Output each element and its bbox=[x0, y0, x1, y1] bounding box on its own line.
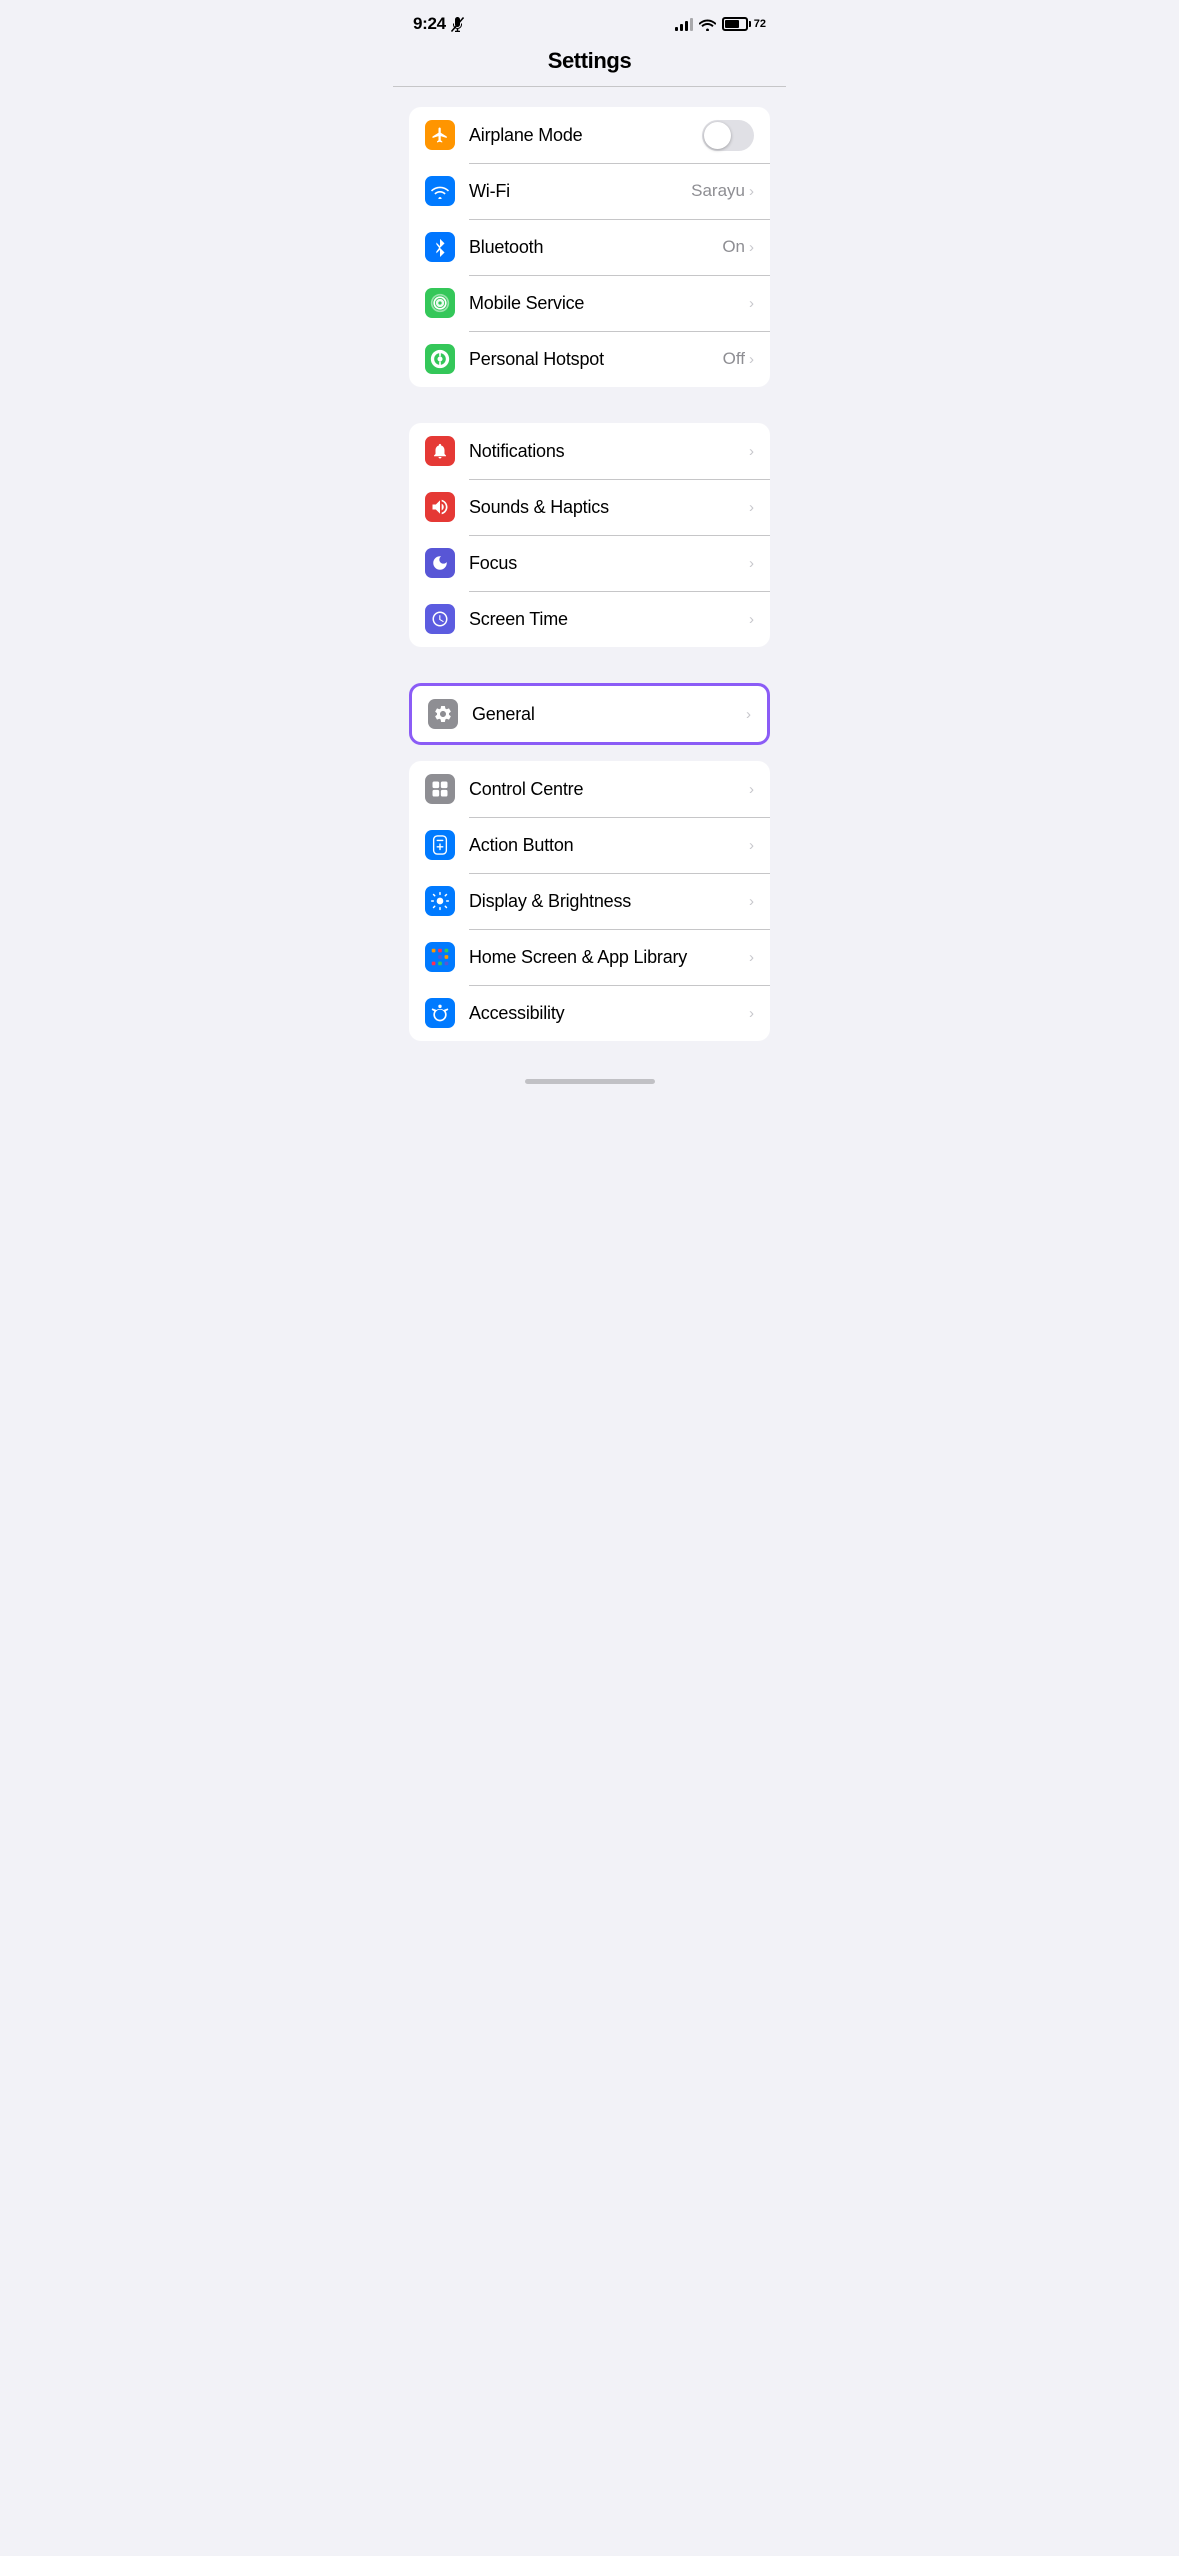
screen-time-right: › bbox=[749, 611, 754, 628]
home-screen-chevron: › bbox=[749, 949, 754, 966]
action-button-chevron: › bbox=[749, 837, 754, 854]
wifi-value: Sarayu bbox=[691, 181, 745, 201]
focus-row[interactable]: Focus › bbox=[409, 535, 770, 591]
focus-right: › bbox=[749, 555, 754, 572]
hotspot-right: Off › bbox=[723, 349, 754, 369]
status-icons: 72 bbox=[675, 17, 766, 31]
wifi-row[interactable]: Wi-Fi Sarayu › bbox=[409, 163, 770, 219]
hotspot-chevron: › bbox=[749, 351, 754, 368]
signal-icon bbox=[675, 17, 693, 31]
notifications-chevron: › bbox=[749, 443, 754, 460]
focus-chevron: › bbox=[749, 555, 754, 572]
sounds-icon bbox=[425, 492, 455, 522]
control-centre-chevron: › bbox=[749, 781, 754, 798]
display-group: Control Centre › Action Button › bbox=[409, 761, 770, 1041]
notifications-row[interactable]: Notifications › bbox=[409, 423, 770, 479]
airplane-mode-label: Airplane Mode bbox=[469, 125, 702, 146]
control-centre-right: › bbox=[749, 781, 754, 798]
mobile-service-right: › bbox=[749, 295, 754, 312]
sounds-right: › bbox=[749, 499, 754, 516]
status-time: 9:24 bbox=[413, 14, 446, 34]
display-icon bbox=[425, 886, 455, 916]
notifications-right: › bbox=[749, 443, 754, 460]
wifi-label: Wi-Fi bbox=[469, 181, 691, 202]
home-indicator bbox=[393, 1071, 786, 1104]
control-centre-label: Control Centre bbox=[469, 779, 749, 800]
display-chevron: › bbox=[749, 893, 754, 910]
general-icon bbox=[428, 699, 458, 729]
wifi-status-icon bbox=[699, 18, 716, 31]
hotspot-label: Personal Hotspot bbox=[469, 349, 723, 370]
accessibility-row[interactable]: Accessibility › bbox=[409, 985, 770, 1041]
screen-time-row[interactable]: Screen Time › bbox=[409, 591, 770, 647]
status-bar: 9:24 72 bbox=[393, 0, 786, 42]
airplane-mode-toggle[interactable] bbox=[702, 120, 754, 151]
general-label: General bbox=[472, 704, 746, 725]
sounds-label: Sounds & Haptics bbox=[469, 497, 749, 518]
home-screen-row[interactable]: Home Screen & App Library › bbox=[409, 929, 770, 985]
accessibility-icon bbox=[425, 998, 455, 1028]
general-right: › bbox=[746, 706, 751, 723]
personal-hotspot-row[interactable]: Personal Hotspot Off › bbox=[409, 331, 770, 387]
hotspot-icon bbox=[425, 344, 455, 374]
bluetooth-row[interactable]: Bluetooth On › bbox=[409, 219, 770, 275]
settings-content: Airplane Mode Wi-Fi Sarayu › bbox=[393, 87, 786, 1071]
control-centre-icon bbox=[425, 774, 455, 804]
general-row[interactable]: General › bbox=[412, 686, 767, 742]
notifications-group: Notifications › Sounds & Haptics › bbox=[409, 423, 770, 647]
home-screen-icon bbox=[425, 942, 455, 972]
mobile-service-row[interactable]: Mobile Service › bbox=[409, 275, 770, 331]
action-button-icon bbox=[425, 830, 455, 860]
action-button-row[interactable]: Action Button › bbox=[409, 817, 770, 873]
sounds-haptics-row[interactable]: Sounds & Haptics › bbox=[409, 479, 770, 535]
notifications-icon bbox=[425, 436, 455, 466]
general-group: General › bbox=[409, 683, 770, 745]
bluetooth-value: On bbox=[722, 237, 745, 257]
sounds-chevron: › bbox=[749, 499, 754, 516]
airplane-mode-icon bbox=[425, 120, 455, 150]
display-right: › bbox=[749, 893, 754, 910]
bluetooth-icon bbox=[425, 232, 455, 262]
screen-time-label: Screen Time bbox=[469, 609, 749, 630]
mobile-service-chevron: › bbox=[749, 295, 754, 312]
accessibility-right: › bbox=[749, 1005, 754, 1022]
screen-time-chevron: › bbox=[749, 611, 754, 628]
bluetooth-chevron: › bbox=[749, 239, 754, 256]
bluetooth-right: On › bbox=[722, 237, 754, 257]
mobile-service-icon bbox=[425, 288, 455, 318]
accessibility-label: Accessibility bbox=[469, 1003, 749, 1024]
page-title-container: Settings bbox=[393, 42, 786, 87]
wifi-chevron: › bbox=[749, 183, 754, 200]
battery-icon: 72 bbox=[722, 17, 766, 31]
display-label: Display & Brightness bbox=[469, 891, 749, 912]
home-screen-label: Home Screen & App Library bbox=[469, 947, 749, 968]
silent-icon bbox=[451, 17, 464, 32]
connectivity-group: Airplane Mode Wi-Fi Sarayu › bbox=[409, 107, 770, 387]
mobile-service-label: Mobile Service bbox=[469, 293, 749, 314]
action-button-label: Action Button bbox=[469, 835, 749, 856]
wifi-right: Sarayu › bbox=[691, 181, 754, 201]
action-button-right: › bbox=[749, 837, 754, 854]
accessibility-chevron: › bbox=[749, 1005, 754, 1022]
wifi-icon bbox=[425, 176, 455, 206]
display-brightness-row[interactable]: Display & Brightness › bbox=[409, 873, 770, 929]
airplane-mode-row[interactable]: Airplane Mode bbox=[409, 107, 770, 163]
bluetooth-label: Bluetooth bbox=[469, 237, 722, 258]
notifications-label: Notifications bbox=[469, 441, 749, 462]
hotspot-value: Off bbox=[723, 349, 745, 369]
control-centre-row[interactable]: Control Centre › bbox=[409, 761, 770, 817]
screen-time-icon bbox=[425, 604, 455, 634]
home-screen-right: › bbox=[749, 949, 754, 966]
focus-label: Focus bbox=[469, 553, 749, 574]
focus-icon bbox=[425, 548, 455, 578]
general-chevron: › bbox=[746, 706, 751, 723]
page-title: Settings bbox=[548, 48, 632, 73]
